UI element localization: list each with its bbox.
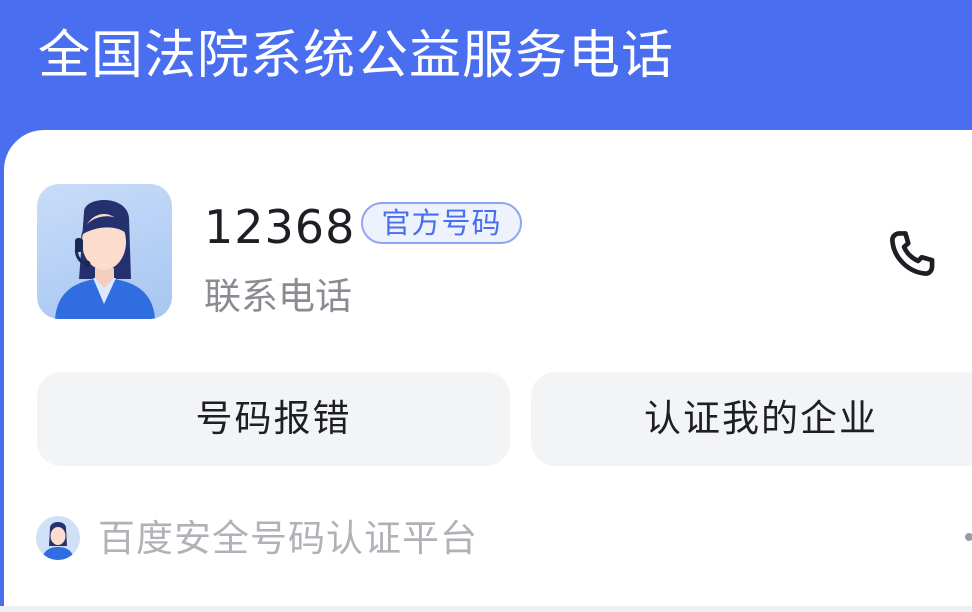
report-number-error-button[interactable]: 号码报错 xyxy=(37,372,510,466)
official-number-badge: 官方号码 xyxy=(361,202,522,244)
verify-enterprise-button[interactable]: 认证我的企业 xyxy=(531,372,972,466)
header-bar: 全国法院系统公益服务电话 xyxy=(0,0,972,140)
platform-logo-icon xyxy=(36,516,80,560)
platform-label[interactable]: 百度安全号码认证平台 xyxy=(98,514,478,564)
contact-type-label: 联系电话 xyxy=(204,275,352,318)
agent-avatar-icon xyxy=(37,184,172,319)
more-dot-icon xyxy=(965,533,972,541)
page-title: 全国法院系统公益服务电话 xyxy=(38,26,675,86)
page-bottom-edge xyxy=(0,606,972,612)
phone-icon[interactable] xyxy=(884,226,940,282)
phone-number: 12368 xyxy=(204,200,356,254)
